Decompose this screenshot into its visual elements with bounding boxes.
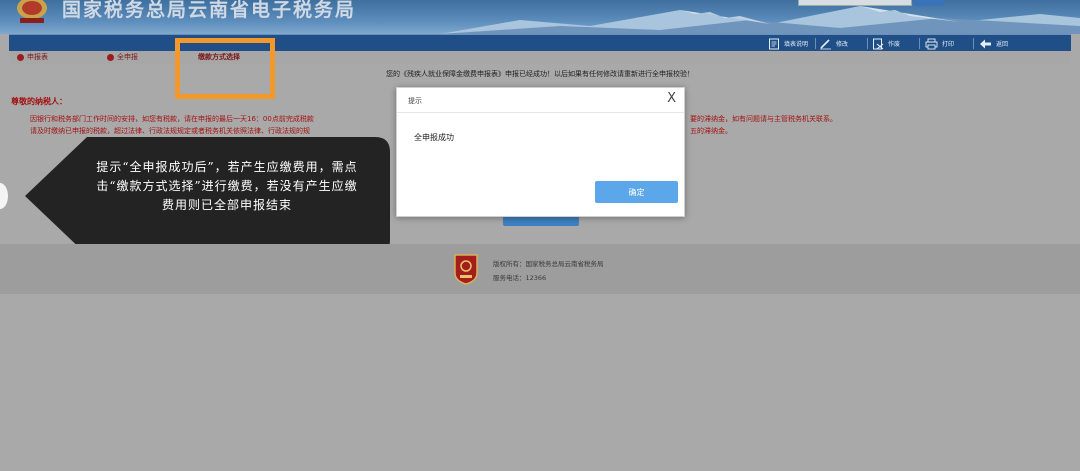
notice-line-2: 请及时缴纳已申报的税款，超过法律、行政法规规定或者税务机关依照法律、行政法规的规: [30, 127, 310, 135]
dialog-close-button[interactable]: X: [667, 92, 676, 106]
tab-full-declaration[interactable]: 全申报: [107, 52, 138, 62]
tab-label: 全申报: [117, 53, 138, 61]
back-button[interactable]: 返回: [979, 35, 1008, 52]
confirm-button[interactable]: 确定: [595, 181, 678, 203]
tab-strip: 申报表 全申报 缴款方式选择: [9, 51, 1071, 64]
pencil-icon: [819, 37, 832, 50]
status-message: 您的《残疾人就业保障金缴费申报表》申报已经成功！以后如果有任何修改请重新进行全申…: [386, 70, 694, 78]
back-arrow-icon: [979, 37, 992, 50]
printer-icon: [925, 37, 938, 50]
instructions-button[interactable]: 填表说明: [767, 35, 808, 52]
void-label: 作废: [888, 41, 901, 48]
tab-label: 申报表: [27, 53, 48, 61]
dialog-title: 提示: [408, 97, 422, 105]
search-button[interactable]: [914, 0, 944, 6]
print-button[interactable]: 打印: [925, 35, 954, 52]
footer-copyright: 版权所有：国家税务总局云南省税务局: [493, 260, 604, 268]
toolbar-divider: [867, 38, 868, 49]
action-toolbar: 填表说明 修改 作废 打印 返回: [9, 34, 1071, 51]
void-button[interactable]: 作废: [871, 35, 900, 52]
toolbar-divider: [973, 38, 974, 49]
print-label: 打印: [942, 41, 955, 48]
notice-line-1: 因银行和税务部门工作时间的安排，如您有税款，请在申报的最后一天16：00点前完成…: [30, 115, 314, 123]
site-title: 国家税务总局云南省电子税务局: [62, 0, 357, 21]
notice-line-1-end: 要的滞纳金，如有问题请与主管税务机关联系。: [690, 115, 837, 123]
toolbar-divider: [919, 38, 920, 49]
void-document-icon: [871, 37, 884, 50]
notice-line-2-end: 五的滞纳金。: [690, 127, 732, 135]
mountain-banner: [440, 6, 1080, 34]
dialog-header: 提示 X: [397, 88, 684, 113]
back-label: 返回: [996, 41, 1009, 48]
tab-declaration-form[interactable]: 申报表: [17, 52, 48, 62]
notice-title: 尊敬的纳税人：: [11, 97, 67, 106]
site-header: 国家税务总局云南省电子税务局: [0, 0, 1080, 34]
dialog-message: 全申报成功: [414, 133, 454, 142]
tab-bullet-icon: [107, 53, 114, 61]
search-input[interactable]: [798, 0, 912, 6]
tax-bureau-logo-icon: [17, 0, 47, 23]
toolbar-divider: [815, 38, 816, 49]
alert-dialog: 提示 X 全申报成功 确定: [396, 87, 685, 217]
instructions-label: 填表说明: [784, 41, 809, 48]
tax-emblem-icon: [454, 254, 478, 285]
document-icon: [767, 37, 780, 50]
footer-phone: 服务电话：12366: [493, 274, 547, 282]
side-scroll-handle[interactable]: [0, 183, 8, 209]
modify-button[interactable]: 修改: [819, 35, 848, 52]
page-footer: [0, 244, 1080, 294]
annotation-text: 提示“全申报成功后”，若产生应缴费用，需点击“缴款方式选择”进行缴费，若没有产生…: [96, 160, 358, 212]
modify-label: 修改: [836, 41, 849, 48]
tab-bullet-icon: [17, 53, 24, 61]
